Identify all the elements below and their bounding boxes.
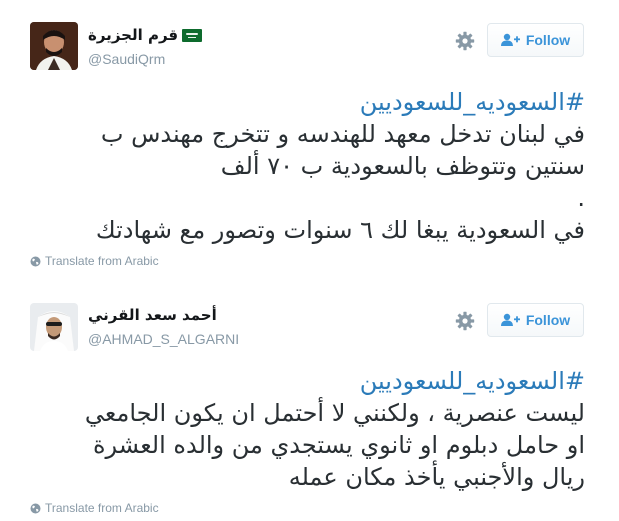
translate-link[interactable]: Translate from Arabic [30,254,159,268]
tweet-text-line: في السعودية يبغا لك ٦ سنوات وتصور مع شها… [95,216,585,244]
tweet-text: #السعوديه_للسعوديين ليست عنصرية ، ولكنني… [24,365,585,493]
user-handle[interactable]: @AHMAD_S_ALGARNI [88,331,239,347]
tweet-text-line: . [577,184,585,212]
avatar-image [30,303,78,351]
follow-label: Follow [525,32,571,48]
display-name[interactable]: أحمد سعد القرني [88,306,217,324]
tweet-1: قرم الجزيرة @SaudiQrm Follow #السعوديه_ل… [0,0,619,280]
add-user-icon [500,313,520,326]
tweet-text-line: ليست عنصرية ، ولكنني لا أحتمل ان يكون ال… [84,399,585,427]
follow-button[interactable]: Follow [487,23,584,57]
translate-label: Translate from Arabic [45,501,159,515]
hashtag-link[interactable]: #السعوديه_للسعوديين [24,86,585,118]
follow-button[interactable]: Follow [487,303,584,337]
globe-icon [30,503,41,513]
avatar-image [30,22,78,70]
tweet-text-line: سنتين وتتوظف بالسعودية ب ٧٠ ألف [220,152,585,180]
follow-label: Follow [525,312,571,328]
tweet-text-line: او حامل دبلوم او ثانوي يستجدي من والده ا… [92,431,585,459]
translate-label: Translate from Arabic [45,254,159,268]
globe-icon [30,256,41,266]
tweet-text-line: ريال والأجنبي يأخذ مكان عمله [288,463,585,491]
gear-icon[interactable] [455,311,475,331]
add-user-icon [500,33,520,46]
avatar[interactable] [30,22,78,70]
gear-icon[interactable] [455,31,475,51]
tweet-text-line: في لبنان تدخل معهد للهندسه و تتخرج مهندس… [100,120,585,148]
translate-link[interactable]: Translate from Arabic [30,501,159,515]
author-name-row: أحمد سعد القرني [88,306,217,324]
author-name-row: قرم الجزيرة [88,26,203,44]
saudi-flag-icon [182,28,203,42]
display-name[interactable]: قرم الجزيرة [88,26,178,44]
hashtag-link[interactable]: #السعوديه_للسعوديين [24,365,585,397]
avatar[interactable] [30,303,78,351]
tweet-text: #السعوديه_للسعوديين في لبنان تدخل معهد ل… [24,86,585,246]
user-handle[interactable]: @SaudiQrm [88,51,165,67]
tweet-2: أحمد سعد القرني @AHMAD_S_ALGARNI Follow … [0,285,619,521]
